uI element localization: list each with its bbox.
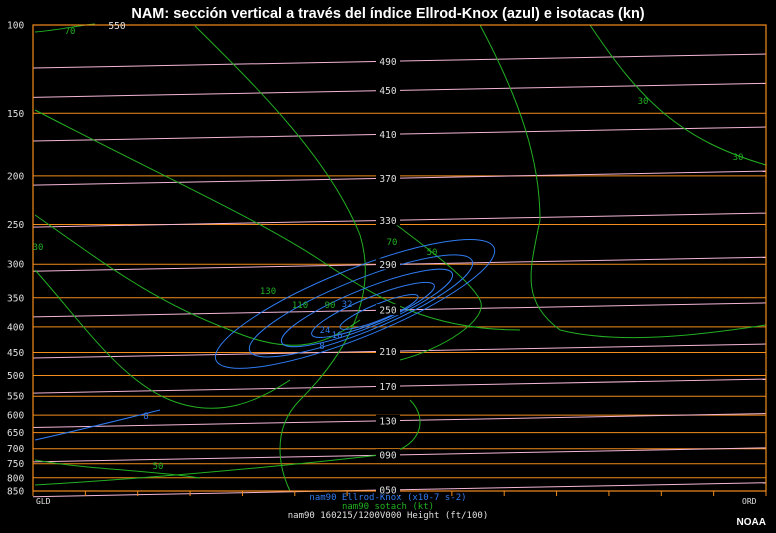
y-tick-label: 150 (7, 109, 24, 120)
height-contour-label: 090 (379, 451, 396, 462)
y-tick-label: 750 (7, 459, 24, 470)
isotach-contour (34, 269, 291, 409)
isotach-contour (389, 219, 482, 361)
y-tick-label: 500 (7, 371, 24, 382)
height-contour-label: 370 (379, 174, 396, 185)
y-tick-label: 200 (7, 171, 24, 182)
isotach-label: 90 (325, 301, 336, 311)
isotach-contour (479, 24, 767, 339)
height-contour-labels: 490450410370330290250210170130090050 (376, 55, 400, 496)
y-tick-label: 450 (7, 348, 24, 359)
isotach-label: 30 (33, 243, 44, 253)
height-contours (32, 53, 767, 498)
height-contour-label: 170 (379, 382, 396, 393)
chart-title: NAM: sección vertical a través del índic… (131, 6, 645, 22)
y-tick-label: 100 (7, 21, 24, 32)
ellrod-knox-label: 8 (143, 412, 148, 422)
ellrod-knox-contour (248, 254, 474, 358)
noaa-credit: NOAA (736, 517, 766, 528)
y-tick-label: 600 (7, 411, 24, 422)
y-axis-tick-labels: 100 150 200 250 300 350 400 450 500 550 600 650 700 7… (7, 21, 24, 498)
isotach-label: 70 (387, 238, 398, 248)
cross-section-chart: 100 150 200 250 300 350 400 450 500 550 600 650 700 7… (7, 21, 767, 498)
y-tick-label: 550 (7, 392, 24, 403)
y-tick-label: 250 (7, 220, 24, 231)
y-tick-label: 350 (7, 293, 24, 304)
isotach-contour (34, 399, 421, 486)
ellrod-knox-label: 32 (342, 300, 353, 310)
ellrod-knox-label: 24 (320, 326, 331, 336)
height-contour-label: 490 (379, 57, 396, 68)
isotach-contour (589, 24, 767, 166)
height-contour-label: 550 (108, 21, 125, 32)
y-tick-label: 700 (7, 444, 24, 455)
ellrod-knox-label: 16 (332, 331, 343, 341)
isotach-contour (34, 109, 521, 331)
isotach-contour (34, 214, 361, 346)
y-tick-label: 300 (7, 260, 24, 271)
isotach-label: 70 (65, 27, 76, 37)
isotach-label: 50 (427, 248, 438, 258)
height-contour-label: 290 (379, 260, 396, 271)
isotach-label: 130 (260, 287, 276, 297)
height-contour-label: 210 (379, 347, 396, 358)
ellrod-knox-label: 8 (319, 342, 324, 352)
y-tick-label: 800 (7, 473, 24, 484)
isotach-label: 30 (733, 153, 744, 163)
y-tick-label: 400 (7, 322, 24, 333)
legend-height: nam90 160215/1200V000 Height (ft/100) (287, 511, 489, 521)
isotach-label: 110 (292, 301, 308, 311)
height-contour-label: 410 (379, 130, 396, 141)
isotach-label: 30 (638, 97, 649, 107)
y-tick-label: 650 (7, 428, 24, 439)
isotach-label: 50 (153, 462, 164, 472)
height-contour-label: 330 (379, 216, 396, 227)
height-contour-label: 250 (379, 306, 396, 317)
height-contour-label: 130 (379, 416, 396, 427)
height-contour-label: 450 (379, 86, 396, 97)
